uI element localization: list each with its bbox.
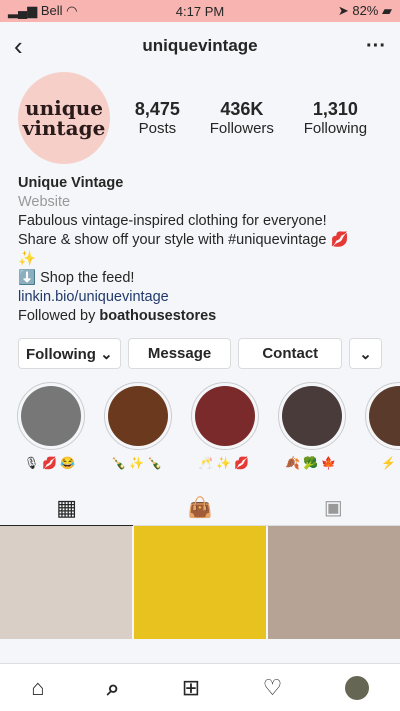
back-icon[interactable]: ‹	[14, 31, 23, 62]
stat-value: 1,310	[312, 99, 358, 119]
search-icon[interactable]: ⌕	[107, 675, 119, 701]
activity-heart-icon[interactable]: ♡	[263, 675, 283, 701]
bio-link[interactable]: linkin.bio/uniquevintage	[18, 288, 382, 307]
signal-icon: ▂▄▆	[8, 3, 41, 18]
story-label: ⚡✨	[381, 456, 400, 470]
stat-value: 8,475	[134, 99, 180, 119]
tagged-person-icon: ▣	[323, 497, 343, 519]
stat-following[interactable]: 1,310 Following	[304, 99, 367, 137]
logo-text: vintage	[22, 116, 106, 140]
followed-prefix: Followed by	[18, 308, 100, 324]
profile-name: Unique Vintage	[18, 175, 124, 191]
stat-value: 436K	[220, 99, 264, 119]
story-thumbnail	[195, 386, 255, 446]
shopping-bag-icon: 👜	[187, 497, 213, 519]
wifi-icon: ◠	[66, 3, 78, 18]
logo-text: unique	[25, 96, 103, 120]
story-highlights: 🎙💋😂 🍾✨🍾 🥂✨💋 🍂🥦🍁 ⚡✨	[0, 369, 400, 470]
top-nav: ‹ uniquevintage ···	[0, 22, 400, 70]
stat-label: Posts	[138, 120, 177, 137]
post-thumbnail[interactable]	[0, 526, 132, 639]
stat-label: Followers	[209, 120, 274, 137]
story-label: 🎙💋😂	[23, 456, 79, 470]
post-thumbnail[interactable]	[268, 526, 400, 639]
battery-percent: 82%	[352, 3, 379, 18]
location-icon: ➤	[337, 3, 353, 18]
followed-user-link[interactable]: boathousestores	[99, 308, 216, 324]
stat-followers[interactable]: 436K Followers	[210, 99, 274, 137]
grid-icon: ▦	[56, 494, 78, 520]
avatar[interactable]: unique vintage	[18, 72, 110, 164]
bio: Unique Vintage Website Fabulous vintage-…	[0, 164, 400, 326]
story-highlight[interactable]: 🍾✨🍾	[104, 382, 172, 470]
bio-line: ✨	[18, 251, 37, 267]
stat-posts[interactable]: 8,475 Posts	[135, 99, 180, 137]
post-thumbnail[interactable]	[134, 526, 266, 639]
story-highlight[interactable]: 🥂✨💋	[191, 382, 259, 470]
carrier: Bell	[40, 3, 63, 18]
story-label: 🥂✨💋	[198, 456, 252, 470]
suggested-dropdown-button[interactable]: ⌄	[349, 338, 383, 369]
tab-shop[interactable]: 👜	[133, 490, 266, 525]
story-highlight[interactable]: 🎙💋😂	[17, 382, 85, 470]
status-bar: ▂▄▆ Bell ◠ 4:17 PM ➤ 82% ▰	[0, 0, 400, 22]
following-button[interactable]: Following ⌄	[18, 338, 121, 369]
story-thumbnail	[21, 386, 81, 446]
story-thumbnail	[108, 386, 168, 446]
followed-by: Followed by boathousestores	[18, 307, 382, 326]
story-thumbnail	[282, 386, 342, 446]
bio-line: Share & show off your style with #unique…	[18, 232, 349, 248]
profile-category: Website	[18, 194, 71, 210]
new-post-icon[interactable]: ⊞	[182, 675, 200, 701]
story-highlight[interactable]: ⚡✨	[365, 382, 400, 470]
story-label: 🍾✨🍾	[111, 456, 165, 470]
more-options-icon[interactable]: ···	[366, 35, 386, 58]
story-label: 🍂🥦🍁	[285, 456, 339, 470]
story-highlight[interactable]: 🍂🥦🍁	[278, 382, 346, 470]
profile-avatar-icon[interactable]	[344, 675, 369, 700]
message-button[interactable]: Message	[127, 338, 232, 369]
bio-line: Fabulous vintage-inspired clothing for e…	[18, 213, 327, 229]
tab-tagged[interactable]: ▣	[267, 490, 400, 525]
page-title: uniquevintage	[142, 36, 258, 55]
battery-icon: ▰	[382, 3, 392, 18]
bottom-nav: ⌂ ⌕ ⊞ ♡	[0, 663, 400, 711]
bio-line: ⬇️ Shop the feed!	[18, 270, 135, 286]
stat-label: Following	[303, 120, 368, 137]
tab-grid[interactable]: ▦	[0, 490, 134, 526]
story-thumbnail	[369, 386, 400, 446]
home-icon[interactable]: ⌂	[31, 675, 44, 701]
contact-button[interactable]: Contact	[238, 338, 343, 369]
